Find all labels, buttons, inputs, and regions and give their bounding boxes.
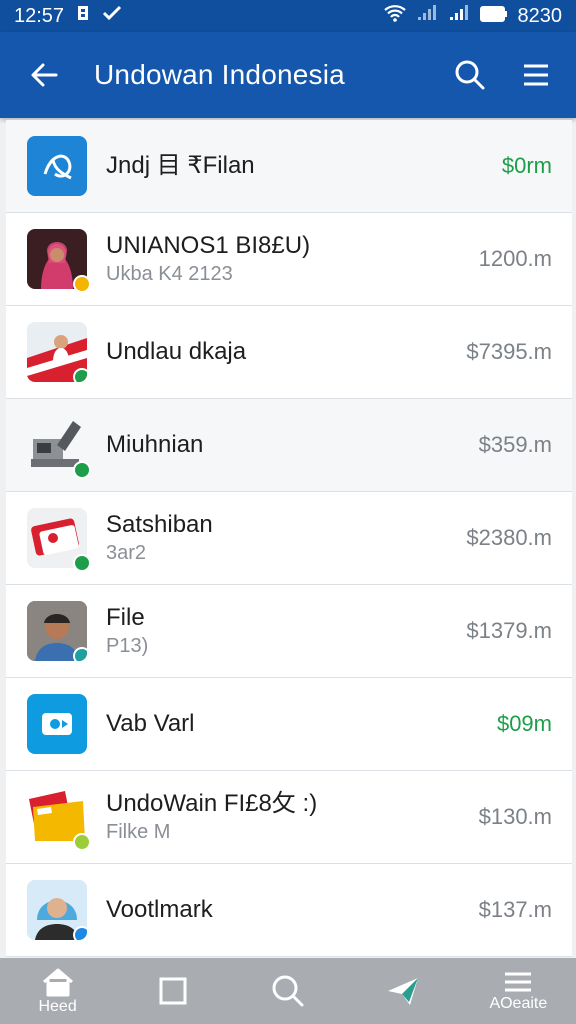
item-name: Undlau dkaja: [106, 338, 247, 365]
item-name: Miuhnian: [106, 431, 204, 458]
item-name: UndoWain FI£8攵 :): [106, 790, 318, 817]
item-amount: $0rm: [501, 153, 552, 178]
avatar: [27, 229, 91, 293]
item-amount: $09m: [496, 711, 552, 736]
item-name: File: [106, 604, 145, 631]
item-subtitle: Filke M: [106, 821, 171, 843]
wifi-icon: [383, 4, 406, 28]
list-item[interactable]: UNIANOS1 BI8£U) Ukba K4 2123 1200.m: [6, 213, 572, 306]
list-item[interactable]: UndoWain FI£8攵 :) Filke M $130.m: [6, 771, 572, 864]
item-name: UNIANOS1 BI8£U): [106, 232, 311, 259]
app-logo-thumbnail: [27, 136, 87, 196]
status-badge: [73, 461, 91, 479]
status-badge: [73, 926, 87, 940]
nav-send[interactable]: [353, 958, 453, 1024]
notification-app-icon: [74, 4, 92, 28]
bottom-navigation: Heed AOeaite: [0, 958, 576, 1024]
item-amount: 1200.m: [478, 246, 552, 271]
nav-home-label: Heed: [38, 997, 77, 1015]
item-name: Vootlmark: [106, 896, 213, 923]
nav-menu[interactable]: AOeaite: [468, 958, 568, 1024]
square-icon: [159, 977, 187, 1005]
status-badge: [73, 275, 91, 293]
search-icon: [272, 975, 304, 1007]
folder-thumbnail: [27, 787, 91, 851]
item-name: Vab Varl: [106, 710, 195, 737]
item-amount: $359.m: [478, 432, 552, 457]
page-title: Undowan Indonesia: [94, 59, 345, 90]
avatar: [27, 601, 87, 661]
hamburger-menu-icon: [524, 64, 548, 86]
signal-strong-icon: [448, 4, 470, 28]
status-time: 12:57: [14, 4, 65, 27]
nav-search[interactable]: [238, 958, 338, 1024]
list-item[interactable]: Vab Varl $09m: [6, 678, 572, 771]
list-item[interactable]: Jndj 目 ₹Filan $0rm: [6, 120, 572, 213]
status-badge: [73, 554, 91, 572]
battery-text: 8230: [517, 4, 563, 27]
list-item[interactable]: Satshiban 3ar2 $2380.m: [6, 492, 572, 585]
photo-thumbnail: [27, 322, 87, 382]
menu-button[interactable]: [514, 53, 558, 97]
nav-menu-label: AOeaite: [489, 994, 548, 1012]
send-icon: [388, 978, 419, 1005]
transaction-list: Jndj 目 ₹Filan $0rm UNIANOS1 BI8£U) Ukba …: [6, 120, 572, 958]
status-badge: [73, 833, 91, 851]
item-name: Jndj 目 ₹Filan: [106, 152, 255, 179]
item-subtitle: P13): [106, 635, 149, 657]
status-badge: [73, 368, 87, 382]
video-app-icon: [27, 694, 87, 754]
check-notification-icon: [102, 4, 122, 28]
status-badge: [73, 647, 87, 661]
list-item[interactable]: Vootlmark $137.m: [6, 864, 572, 957]
nav-home[interactable]: Heed: [8, 958, 108, 1024]
item-amount: $130.m: [478, 804, 552, 829]
device-thumbnail: [27, 415, 91, 479]
item-name: Satshiban: [106, 511, 213, 538]
battery-icon: [479, 5, 508, 28]
list-item[interactable]: Miuhnian $359.m: [6, 399, 572, 492]
list-item[interactable]: File P13) $1379.m: [6, 585, 572, 678]
item-subtitle: Ukba K4 2123: [106, 263, 233, 285]
list-item[interactable]: Undlau dkaja $7395.m: [6, 306, 572, 399]
home-icon: [42, 968, 73, 996]
status-bar: 12:57 8230: [0, 0, 576, 32]
card-thumbnail: [27, 508, 91, 572]
item-amount: $137.m: [478, 897, 552, 922]
avatar: [27, 880, 87, 940]
item-amount: $2380.m: [466, 525, 552, 550]
item-amount: $7395.m: [466, 339, 552, 364]
nav-square[interactable]: [123, 958, 223, 1024]
menu-icon: [505, 972, 532, 991]
app-bar: Undowan Indonesia: [0, 32, 576, 118]
back-button[interactable]: [22, 53, 66, 97]
item-amount: $1379.m: [466, 618, 552, 643]
back-arrow-icon: [31, 63, 58, 87]
item-subtitle: 3ar2: [106, 542, 147, 564]
search-icon: [455, 60, 485, 90]
search-button[interactable]: [448, 53, 492, 97]
signal-icon: [416, 4, 438, 28]
